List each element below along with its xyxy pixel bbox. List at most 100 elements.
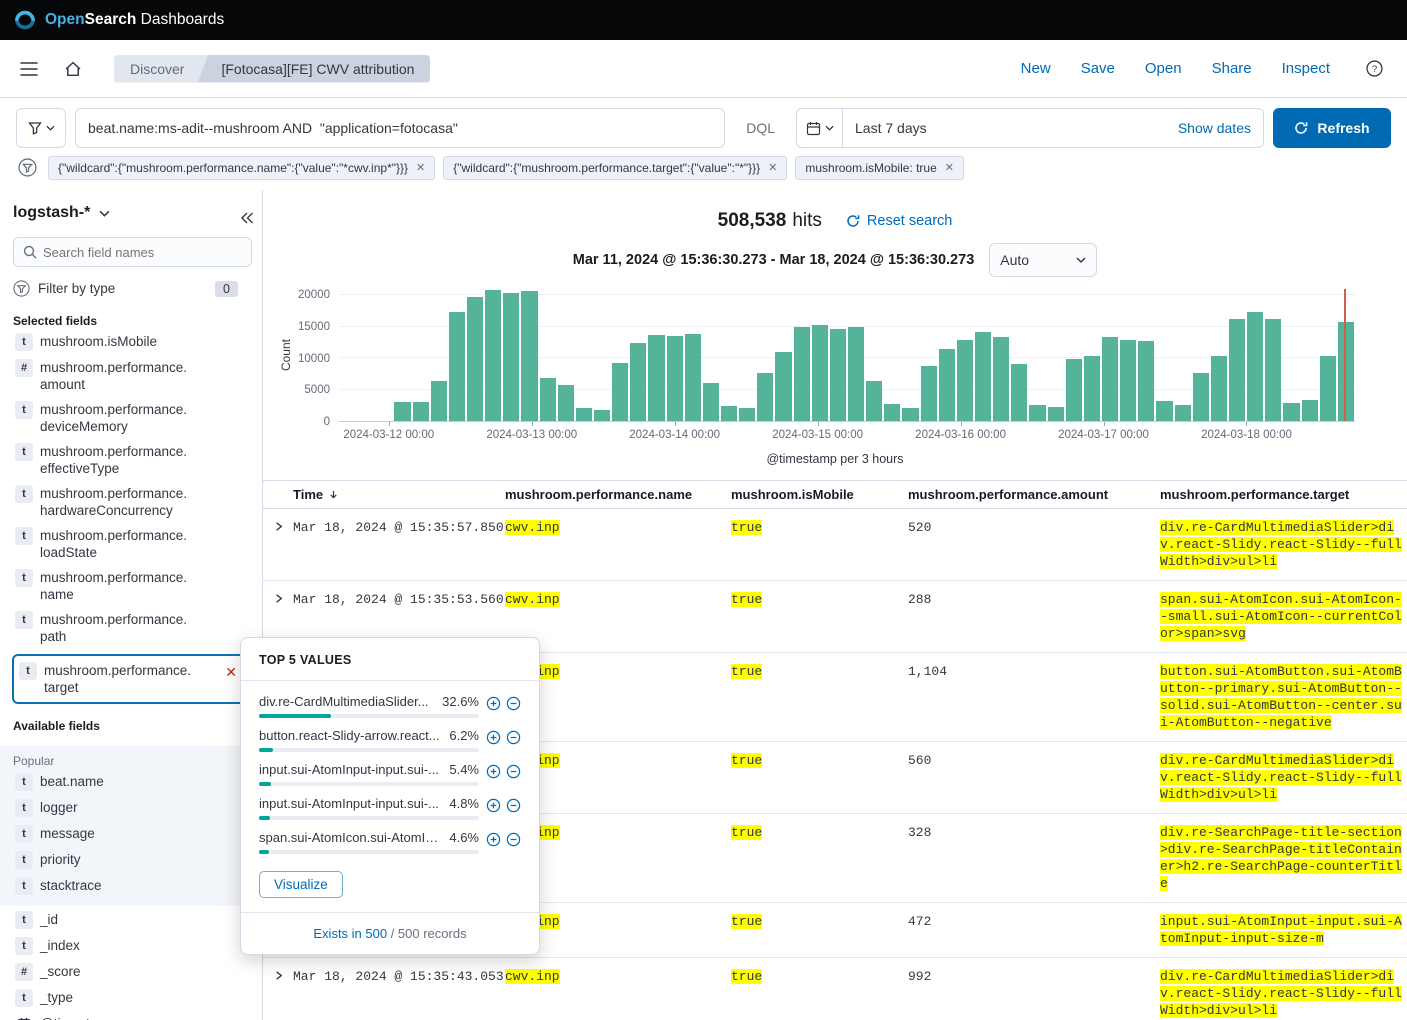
show-dates-link[interactable]: Show dates — [1166, 120, 1263, 136]
histogram-bar[interactable] — [413, 402, 429, 421]
query-language-button[interactable]: DQL — [734, 120, 787, 136]
histogram-bar[interactable] — [848, 327, 864, 421]
histogram-bar[interactable] — [1265, 319, 1281, 421]
histogram-bar[interactable] — [1156, 401, 1172, 421]
histogram-bar[interactable] — [558, 385, 574, 421]
histogram-bar[interactable] — [902, 408, 918, 421]
interval-select[interactable]: Auto — [989, 243, 1097, 277]
filter-for-value-icon[interactable] — [486, 764, 501, 779]
histogram-bar[interactable] — [1193, 373, 1209, 421]
field-item[interactable]: tstacktrace — [13, 874, 252, 898]
histogram-bar[interactable] — [1211, 356, 1227, 421]
histogram-bar[interactable] — [921, 366, 937, 421]
field-item[interactable]: tlogger — [13, 796, 252, 820]
refresh-button[interactable]: Refresh — [1273, 108, 1391, 148]
filter-pill[interactable]: mushroom.isMobile: true✕ — [795, 156, 964, 180]
field-item[interactable]: tmushroom.​performance.​hardwareConcurre… — [13, 482, 252, 522]
histogram-bar[interactable] — [612, 363, 628, 421]
nav-action-inspect[interactable]: Inspect — [1282, 60, 1330, 77]
filter-remove-icon[interactable]: ✕ — [416, 163, 425, 174]
histogram-bar[interactable] — [703, 383, 719, 421]
histogram-plot[interactable] — [339, 289, 1355, 422]
filter-options-icon[interactable] — [16, 156, 39, 179]
filter-out-value-icon[interactable] — [506, 764, 521, 779]
histogram-bar[interactable] — [721, 406, 737, 421]
histogram-bar[interactable] — [1120, 340, 1136, 421]
histogram-bar[interactable] — [1247, 312, 1263, 421]
query-input[interactable] — [88, 120, 712, 136]
nav-action-share[interactable]: Share — [1212, 60, 1252, 77]
histogram-bar[interactable] — [431, 381, 447, 421]
column-header[interactable]: Time — [293, 487, 505, 502]
histogram-bar[interactable] — [794, 327, 810, 421]
nav-action-open[interactable]: Open — [1145, 60, 1182, 77]
time-range-value[interactable]: Last 7 days — [843, 120, 1166, 136]
histogram-bar[interactable] — [467, 297, 483, 421]
filter-by-type-button[interactable]: Filter by type 0 — [13, 280, 252, 297]
histogram-bar[interactable] — [993, 337, 1009, 421]
histogram-bar[interactable] — [830, 329, 846, 421]
histogram-bar[interactable] — [1084, 356, 1100, 421]
histogram-bar[interactable] — [812, 325, 828, 421]
histogram-bar[interactable] — [884, 404, 900, 421]
field-item[interactable]: tmessage — [13, 822, 252, 846]
filter-remove-icon[interactable]: ✕ — [768, 163, 777, 174]
saved-query-menu-button[interactable] — [16, 108, 66, 148]
field-item[interactable]: t_type — [13, 986, 252, 1010]
filter-pill[interactable]: {"wildcard":{"mushroom.performance.name"… — [48, 156, 435, 180]
histogram-bar[interactable] — [449, 312, 465, 421]
field-item[interactable]: t_index — [13, 934, 252, 958]
field-item[interactable]: tmushroom.​isMobile — [13, 330, 252, 354]
filter-out-value-icon[interactable] — [506, 798, 521, 813]
histogram-bar[interactable] — [1102, 337, 1118, 421]
histogram-bar[interactable] — [939, 349, 955, 421]
field-item[interactable]: tmushroom.​performance.​name — [13, 566, 252, 606]
menu-icon[interactable] — [14, 56, 44, 82]
nav-action-save[interactable]: Save — [1081, 60, 1115, 77]
visualize-button[interactable]: Visualize — [259, 871, 343, 898]
column-header[interactable]: mushroom.isMobile — [731, 487, 908, 502]
histogram-bar[interactable] — [521, 291, 537, 421]
field-search-input[interactable] — [43, 245, 242, 260]
filter-out-value-icon[interactable] — [506, 730, 521, 745]
histogram-bar[interactable] — [975, 332, 991, 421]
field-item[interactable]: t_id — [13, 908, 252, 932]
reset-search-button[interactable]: Reset search — [846, 213, 952, 229]
field-item[interactable]: #_score — [13, 960, 252, 984]
histogram-bar[interactable] — [1320, 356, 1336, 421]
filter-for-value-icon[interactable] — [486, 696, 501, 711]
date-picker-calendar-button[interactable] — [797, 109, 843, 147]
histogram-bar[interactable] — [1048, 407, 1064, 421]
field-item[interactable]: tmushroom.​performance.​path — [13, 608, 252, 648]
histogram-bar[interactable] — [685, 334, 701, 421]
breadcrumb-discover[interactable]: Discover — [114, 55, 208, 83]
column-header[interactable]: mushroom.performance.name — [505, 487, 731, 502]
histogram-bar[interactable] — [485, 290, 501, 421]
filter-out-value-icon[interactable] — [506, 696, 521, 711]
histogram-bar[interactable] — [576, 408, 592, 421]
histogram-bar[interactable] — [1138, 341, 1154, 421]
histogram-bar[interactable] — [1338, 322, 1354, 421]
histogram-bar[interactable] — [1175, 405, 1191, 421]
filter-for-value-icon[interactable] — [486, 730, 501, 745]
field-item[interactable]: tmushroom.​performance.​effectiveType — [13, 440, 252, 480]
column-header[interactable]: mushroom.performance.amount — [908, 487, 1160, 502]
exists-link[interactable]: Exists in 500 — [313, 926, 387, 941]
histogram-bar[interactable] — [540, 378, 556, 421]
nav-action-new[interactable]: New — [1021, 60, 1051, 77]
histogram-bar[interactable] — [1302, 400, 1318, 421]
histogram-bar[interactable] — [630, 343, 646, 421]
histogram-bar[interactable] — [866, 381, 882, 421]
expand-row-button[interactable] — [263, 968, 293, 1019]
home-icon[interactable] — [58, 54, 88, 84]
index-pattern-selector[interactable]: logstash-* — [13, 204, 110, 222]
histogram-bar[interactable] — [503, 293, 519, 421]
histogram-bar[interactable] — [957, 340, 973, 421]
expand-row-button[interactable] — [263, 519, 293, 570]
histogram-bar[interactable] — [1066, 359, 1082, 421]
filter-remove-icon[interactable]: ✕ — [945, 163, 954, 174]
expand-row-button[interactable] — [263, 591, 293, 642]
histogram-bar[interactable] — [775, 352, 791, 421]
breadcrumb-current-page[interactable]: [Fotocasa][FE] CWV attribution — [197, 55, 430, 83]
histogram-bar[interactable] — [667, 336, 683, 421]
